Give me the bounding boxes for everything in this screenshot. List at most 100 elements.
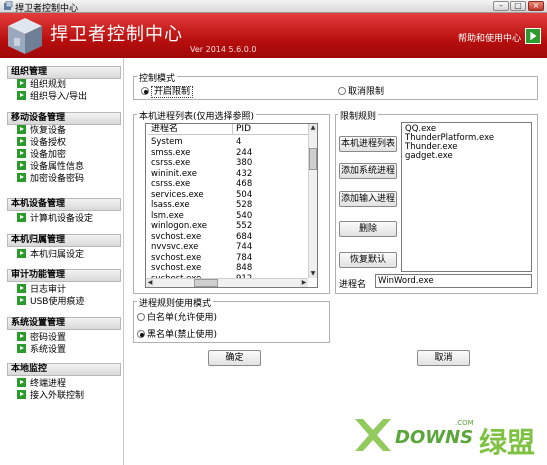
process-row[interactable]: csrss.exe 380 <box>146 158 309 168</box>
process-row[interactable]: svchost.exe 848 <box>146 263 309 273</box>
sidebar-item-label: 设备授权 <box>30 138 67 148</box>
app-header: 捍卫者控制中心 Ver 2014 5.6.0.0 帮助和使用中心 <box>0 13 547 58</box>
sidebar-item-password-setting[interactable]: 密码设置 <box>7 332 121 344</box>
radio-dot <box>137 313 145 321</box>
ok-button[interactable]: 确定 <box>208 350 261 366</box>
process-list-vscroll[interactable]: ▲ ▼ <box>308 124 317 278</box>
process-row[interactable]: lsm.exe 540 <box>146 211 309 221</box>
arrow-icon <box>17 137 26 146</box>
process-pid-cell: 784 <box>236 252 253 263</box>
restore-default-button[interactable]: 恢复默认 <box>339 252 397 268</box>
sidebar-item-device-info[interactable]: 设备属性信息 <box>7 161 121 173</box>
hscroll-thumb[interactable] <box>194 279 218 287</box>
column-header-pid[interactable]: PID <box>233 124 309 135</box>
process-name-cell: svchost.exe <box>151 252 202 263</box>
process-pid-cell: 380 <box>236 158 253 168</box>
cancel-button[interactable]: 取消 <box>417 350 470 366</box>
sidebar-item-ownership-setting[interactable]: 本机归属设定 <box>7 249 121 261</box>
enable-limit-radio[interactable]: 开启限制 <box>141 84 194 98</box>
sidebar-item-label: 接入外联控制 <box>30 391 85 401</box>
blacklist-label: 黑名单(禁止使用) <box>147 330 218 340</box>
process-name-cell: services.exe <box>151 189 204 200</box>
sidebar-item-usb-trace[interactable]: USB使用痕迹 <box>7 296 121 308</box>
sidebar-item-org-plan[interactable]: 组织规划 <box>7 79 121 91</box>
sidebar-item-computer-device[interactable]: 计算机设备设定 <box>7 213 121 225</box>
delete-button[interactable]: 删除 <box>339 221 397 237</box>
scroll-left-icon[interactable]: ◀ <box>146 279 154 287</box>
blacklist-radio[interactable]: 黑名单(禁止使用) <box>137 327 217 340</box>
add-system-process-button[interactable]: 添加系统进程 <box>339 163 397 179</box>
watermark-logo: DOWNS .COM 绿盟 <box>351 413 541 459</box>
radio-dot <box>141 87 149 95</box>
maximize-button[interactable]: □ <box>510 1 526 11</box>
minimize-button[interactable]: – <box>493 1 509 11</box>
sidebar-group-system: 系统设置管理 密码设置 系统设置 <box>7 317 121 356</box>
disable-limit-radio[interactable]: 取消限制 <box>338 84 384 97</box>
process-name-label: 进程名 <box>339 280 367 290</box>
scroll-right-icon[interactable]: ▶ <box>300 279 308 287</box>
process-row[interactable]: services.exe 504 <box>146 190 309 200</box>
process-listbox[interactable]: 进程名 PID System 4 smss.exe 244 csrss.exe 380 wi… <box>145 123 318 288</box>
sidebar-item-external-control[interactable]: 接入外联控制 <box>7 390 121 402</box>
scroll-down-icon[interactable]: ▼ <box>309 270 317 278</box>
sidebar-group-title: 本机设备管理 <box>7 198 121 211</box>
scroll-thumb[interactable] <box>309 148 317 170</box>
local-process-list-button[interactable]: 本机进程列表 <box>339 136 397 152</box>
sidebar-item-system-setting[interactable]: 系统设置 <box>7 344 121 356</box>
sidebar-group-mobile: 移动设备管理 恢复设备 设备授权 设备加密 设备属性信息 加密设备密码 <box>7 112 121 185</box>
sidebar-group-title: 本地监控 <box>7 363 121 376</box>
scroll-up-icon[interactable]: ▲ <box>309 124 317 132</box>
help-center-link[interactable]: 帮助和使用中心 <box>458 31 521 44</box>
sidebar-group-title: 组织管理 <box>7 66 121 79</box>
process-name-cell: svchost.exe <box>151 263 202 273</box>
sidebar-group-audit: 审计功能管理 日志审计 USB使用痕迹 <box>7 269 121 308</box>
process-name-input[interactable]: WinWord.exe <box>375 274 532 288</box>
column-header-name[interactable]: 进程名 <box>148 124 233 135</box>
process-row[interactable]: smss.exe 244 <box>146 148 309 158</box>
rules-listbox[interactable]: QQ.exe ThunderPlatform.exe Thunder.exe gadg… <box>401 122 532 272</box>
process-list-hscroll[interactable]: ◀ ▶ <box>146 278 308 287</box>
arrow-icon <box>17 125 26 134</box>
sidebar-item-device-encrypt[interactable]: 设备加密 <box>7 149 121 161</box>
sidebar-item-label: 本机归属设定 <box>30 250 85 260</box>
sidebar-item-device-password[interactable]: 加密设备密码 <box>7 173 121 185</box>
process-row[interactable]: lsass.exe 528 <box>146 200 309 210</box>
process-row[interactable]: svchost.exe 784 <box>146 253 309 263</box>
arrow-icon <box>17 332 26 341</box>
process-pid-cell: 504 <box>236 189 253 200</box>
sidebar-group-org: 组织管理 组织规划 组织导入/导出 <box>7 66 121 103</box>
process-pid-cell: 848 <box>236 263 253 273</box>
sidebar-item-terminal-process[interactable]: 终端进程 <box>7 378 121 390</box>
process-row[interactable]: winlogon.exe 552 <box>146 221 309 231</box>
sidebar-group-monitor: 本地监控 终端进程 接入外联控制 <box>7 363 121 402</box>
whitelist-radio[interactable]: 白名单(允许使用) <box>137 310 217 323</box>
sidebar: 组织管理 组织规划 组织导入/导出 移动设备管理 恢复设备 设备授权 设备加密 … <box>0 58 124 465</box>
sidebar-item-log-audit[interactable]: 日志审计 <box>7 284 121 296</box>
process-pid-cell: 4 <box>236 137 242 147</box>
process-row[interactable]: nvvsvc.exe 744 <box>146 242 309 252</box>
process-row[interactable]: System 4 <box>146 137 309 147</box>
process-row[interactable]: wininit.exe 432 <box>146 169 309 179</box>
process-name-cell: csrss.exe <box>151 179 191 189</box>
close-button[interactable]: × <box>528 1 544 11</box>
process-row[interactable]: svchost.exe 684 <box>146 232 309 242</box>
sidebar-group-ownership: 本机归属管理 本机归属设定 <box>7 234 121 261</box>
process-pid-cell: 244 <box>236 147 253 158</box>
add-input-process-button[interactable]: 添加输入进程 <box>339 191 397 207</box>
process-pid-cell: 432 <box>236 168 253 179</box>
watermark-cn: 绿盟 <box>479 426 536 459</box>
process-name-cell: wininit.exe <box>151 168 197 179</box>
help-arrow-icon[interactable] <box>525 28 541 44</box>
rule-item[interactable]: gadget.exe <box>405 152 453 161</box>
watermark-suffix: .COM <box>455 419 474 427</box>
enable-limit-label: 开启限制 <box>151 86 194 98</box>
process-row[interactable]: csrss.exe 468 <box>146 179 309 189</box>
process-pid-cell: 552 <box>236 221 253 231</box>
sidebar-item-restore-device[interactable]: 恢复设备 <box>7 125 121 137</box>
arrow-icon <box>17 378 26 387</box>
sidebar-item-label: USB使用痕迹 <box>30 297 85 307</box>
sidebar-item-org-import-export[interactable]: 组织导入/导出 <box>7 91 121 103</box>
sidebar-item-device-auth[interactable]: 设备授权 <box>7 137 121 149</box>
app-icon <box>4 1 13 10</box>
arrow-icon <box>17 296 26 305</box>
